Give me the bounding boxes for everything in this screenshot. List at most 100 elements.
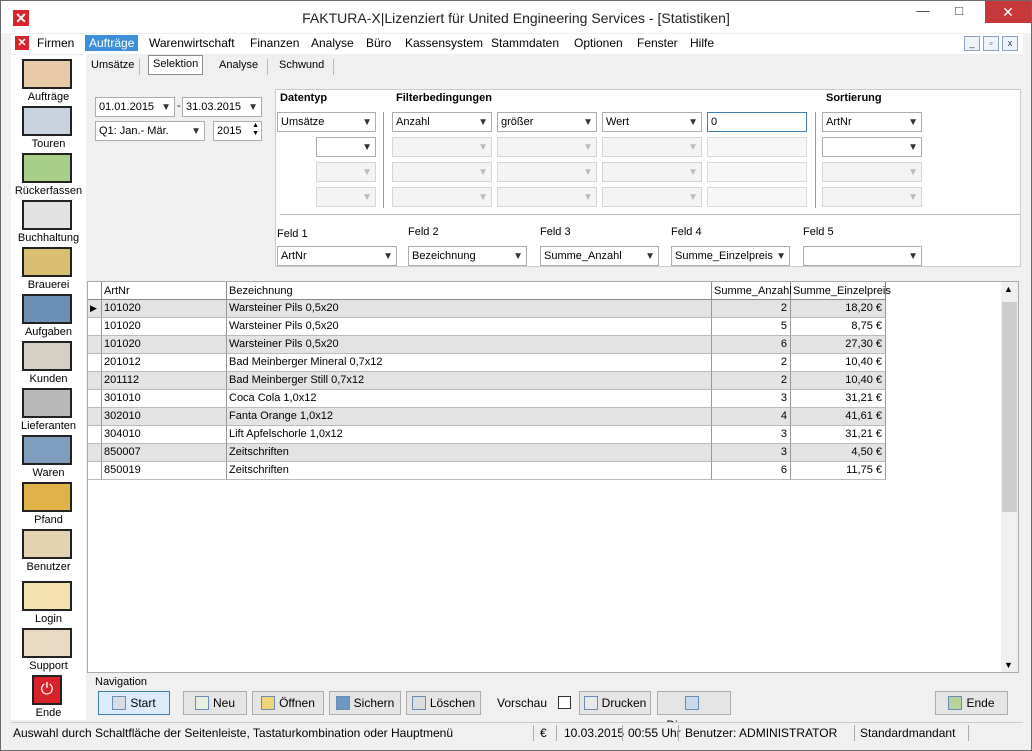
year-stepper[interactable]: 2015 ▲ ▼	[213, 121, 262, 141]
cell-summe-anzahl[interactable]: 2	[712, 300, 791, 318]
cell-bezeichnung[interactable]: Zeitschriften	[227, 462, 712, 480]
feld5-select[interactable]: ▼	[803, 246, 922, 266]
tab-umsaetze[interactable]: Umsätze	[87, 57, 138, 73]
menu-buero[interactable]: Büro	[366, 36, 391, 50]
preview-checkbox[interactable]	[558, 696, 571, 709]
cell-summe-einzelpreis[interactable]: 31,21 €	[791, 426, 886, 444]
cell-artnr[interactable]: 301010	[102, 390, 227, 408]
row-indicator[interactable]	[88, 408, 102, 426]
row-indicator[interactable]	[88, 390, 102, 408]
quarter-select[interactable]: Q1: Jan.- Mär. ▼	[95, 121, 205, 141]
sidebar-item-rueckerfassen[interactable]: Rückerfassen	[11, 153, 86, 200]
tab-analyse[interactable]: Analyse	[215, 57, 262, 73]
row-indicator[interactable]	[88, 354, 102, 372]
feld2-select[interactable]: Bezeichnung ▼	[408, 246, 527, 266]
cell-bezeichnung[interactable]: Lift Apfelschorle 1,0x12	[227, 426, 712, 444]
sidebar-item-login[interactable]: Login	[11, 581, 86, 628]
delete-button[interactable]: Löschen	[406, 691, 481, 715]
cell-artnr[interactable]: 304010	[102, 426, 227, 444]
open-button[interactable]: Öffnen	[252, 691, 324, 715]
cell-bezeichnung[interactable]: Bad Meinberger Mineral 0,7x12	[227, 354, 712, 372]
feld4-select[interactable]: Summe_Einzelpreis ▼	[671, 246, 790, 266]
mdi-restore-icon[interactable]: ▫	[983, 36, 999, 51]
start-button[interactable]: Start	[98, 691, 170, 715]
cell-bezeichnung[interactable]: Coca Cola 1,0x12	[227, 390, 712, 408]
cell-summe-einzelpreis[interactable]: 4,50 €	[791, 444, 886, 462]
menu-auftraege[interactable]: Aufträge	[85, 35, 139, 51]
menu-warenwirtschaft[interactable]: Warenwirtschaft	[149, 36, 235, 50]
sort-select[interactable]: ▼	[822, 137, 922, 157]
sidebar-item-lieferanten[interactable]: Lieferanten	[11, 388, 86, 435]
menu-stammdaten[interactable]: Stammdaten	[491, 36, 559, 50]
sidebar-item-aufgaben[interactable]: Aufgaben	[11, 294, 86, 341]
row-indicator[interactable]	[88, 318, 102, 336]
scroll-down-icon[interactable]: ▼	[1004, 660, 1013, 670]
date-to-select[interactable]: 31.03.2015 ▼	[182, 97, 262, 117]
cell-bezeichnung[interactable]: Fanta Orange 1,0x12	[227, 408, 712, 426]
menu-fenster[interactable]: Fenster	[637, 36, 678, 50]
exit-button[interactable]: Ende	[935, 691, 1008, 715]
cell-summe-anzahl[interactable]: 2	[712, 372, 791, 390]
menu-kassensystem[interactable]: Kassensystem	[405, 36, 483, 50]
cell-summe-einzelpreis[interactable]: 18,20 €	[791, 300, 886, 318]
cell-artnr[interactable]: 201012	[102, 354, 227, 372]
menu-hilfe[interactable]: Hilfe	[690, 36, 714, 50]
sidebar-item-ende[interactable]: ⏻ Ende	[11, 675, 86, 722]
menu-finanzen[interactable]: Finanzen	[250, 36, 299, 50]
tab-selektion[interactable]: Selektion	[148, 55, 204, 75]
scrollbar-thumb[interactable]	[1002, 302, 1017, 512]
vertical-scrollbar[interactable]: ▲ ▼	[1001, 282, 1018, 672]
mdi-app-icon[interactable]: ✕	[15, 36, 29, 50]
sidebar-item-auftraege[interactable]: Aufträge	[11, 59, 86, 106]
cell-summe-einzelpreis[interactable]: 10,40 €	[791, 372, 886, 390]
close-icon[interactable]: ✕	[985, 1, 1031, 23]
current-row-arrow-icon[interactable]: ▶	[88, 300, 102, 318]
sidebar-item-pfand[interactable]: Pfand	[11, 482, 86, 529]
table-row[interactable]: 101020 Warsteiner Pils 0,5x20 6 27,30 €	[88, 336, 886, 354]
datentyp-select[interactable]: Umsätze ▼	[277, 112, 376, 132]
cell-summe-anzahl[interactable]: 3	[712, 426, 791, 444]
logic-select[interactable]: ▼	[316, 137, 376, 157]
mdi-close-icon[interactable]: x	[1002, 36, 1018, 51]
filter-type-select[interactable]: Wert ▼	[602, 112, 702, 132]
sidebar-item-waren[interactable]: Waren	[11, 435, 86, 482]
date-from-select[interactable]: 01.01.2015 ▼	[95, 97, 175, 117]
cell-summe-einzelpreis[interactable]: 11,75 €	[791, 462, 886, 480]
sidebar-item-touren[interactable]: Touren	[11, 106, 86, 153]
scroll-up-icon[interactable]: ▲	[1004, 284, 1013, 294]
feld3-select[interactable]: Summe_Anzahl ▼	[540, 246, 659, 266]
cell-summe-anzahl[interactable]: 2	[712, 354, 791, 372]
column-header-artnr[interactable]: ArtNr	[102, 282, 227, 300]
cell-artnr[interactable]: 850007	[102, 444, 227, 462]
row-indicator[interactable]	[88, 426, 102, 444]
tab-schwund[interactable]: Schwund	[275, 57, 328, 73]
table-row[interactable]: 201012 Bad Meinberger Mineral 0,7x12 2 10,4…	[88, 354, 886, 372]
sidebar-item-brauerei[interactable]: Brauerei	[11, 247, 86, 294]
cell-artnr[interactable]: 302010	[102, 408, 227, 426]
row-indicator[interactable]	[88, 462, 102, 480]
cell-summe-anzahl[interactable]: 3	[712, 444, 791, 462]
cell-summe-anzahl[interactable]: 5	[712, 318, 791, 336]
row-indicator[interactable]	[88, 372, 102, 390]
maximize-icon[interactable]: □	[943, 1, 975, 23]
menu-firmen[interactable]: Firmen	[37, 36, 74, 50]
cell-bezeichnung[interactable]: Bad Meinberger Still 0,7x12	[227, 372, 712, 390]
save-button[interactable]: Sichern	[329, 691, 401, 715]
menu-analyse[interactable]: Analyse	[311, 36, 354, 50]
column-header-bezeichnung[interactable]: Bezeichnung	[227, 282, 712, 300]
cell-summe-einzelpreis[interactable]: 41,61 €	[791, 408, 886, 426]
table-row[interactable]: 101020 Warsteiner Pils 0,5x20 5 8,75 €	[88, 318, 886, 336]
cell-bezeichnung[interactable]: Zeitschriften	[227, 444, 712, 462]
mdi-minimize-icon[interactable]: _	[964, 36, 980, 51]
sidebar-item-support[interactable]: Support	[11, 628, 86, 675]
table-row[interactable]: 201112 Bad Meinberger Still 0,7x12 2 10,40 …	[88, 372, 886, 390]
menu-optionen[interactable]: Optionen	[574, 36, 623, 50]
cell-bezeichnung[interactable]: Warsteiner Pils 0,5x20	[227, 318, 712, 336]
cell-summe-einzelpreis[interactable]: 10,40 €	[791, 354, 886, 372]
cell-artnr[interactable]: 201112	[102, 372, 227, 390]
filter-value-input[interactable]: 0	[707, 112, 807, 132]
filter-field-select[interactable]: Anzahl ▼	[392, 112, 492, 132]
feld1-select[interactable]: ArtNr ▼	[277, 246, 397, 266]
row-indicator[interactable]	[88, 444, 102, 462]
sort-select[interactable]: ArtNr ▼	[822, 112, 922, 132]
